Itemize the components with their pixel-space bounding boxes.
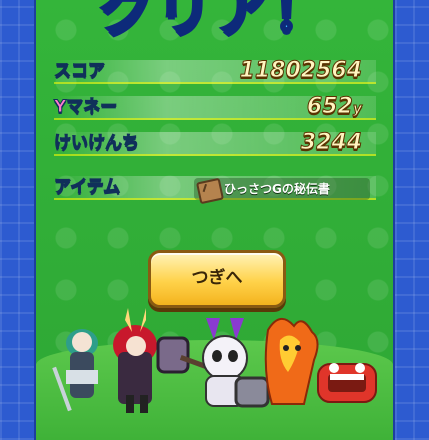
panda-character [202, 318, 270, 408]
red-creature-character [317, 363, 377, 403]
characters-illustration [52, 308, 377, 413]
red-armor-character [113, 308, 157, 413]
fire-spirit-character [264, 318, 319, 405]
hammer-prop [156, 336, 210, 374]
green-samurai-character [52, 329, 98, 412]
